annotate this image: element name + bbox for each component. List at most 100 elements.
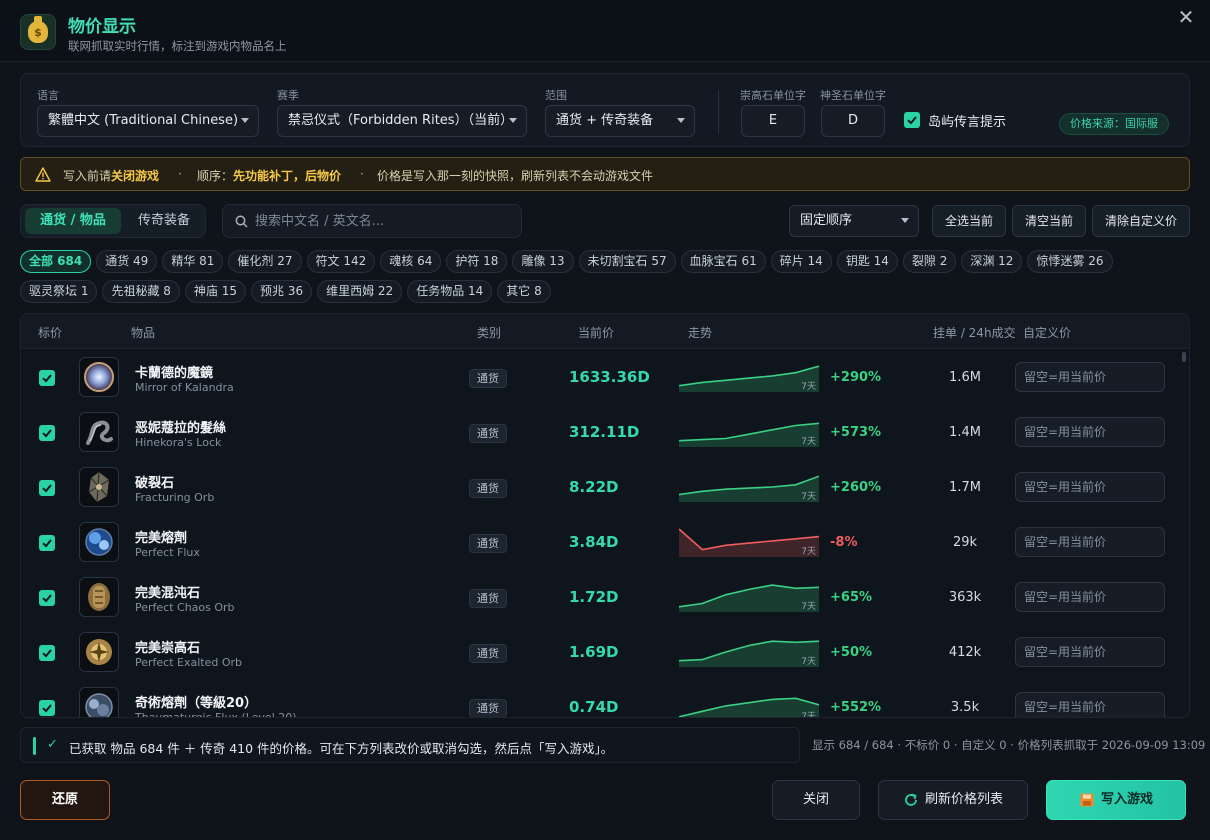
filter-chips-row-1: 全部 684 通货 49 精华 81 催化剂 27 符文 142 魂核 64 护符 18 雕像…	[20, 250, 1113, 273]
custom-price-input[interactable]	[1015, 362, 1165, 392]
chevron-down-icon	[677, 118, 685, 123]
table-scrollbar[interactable]	[1182, 350, 1186, 716]
filter-chip[interactable]: 魂核 64	[380, 250, 442, 273]
sparkline-area	[679, 698, 819, 717]
check-icon: ✓	[47, 737, 58, 752]
refresh-price-list-button[interactable]: 刷新价格列表	[878, 780, 1028, 820]
close-icon[interactable]: ✕	[1176, 7, 1196, 28]
filter-chip[interactable]: 催化剂 27	[228, 250, 302, 273]
filter-chip[interactable]: 雕像 13	[512, 250, 574, 273]
exalted-unit-label: 崇高石单位字	[740, 89, 806, 102]
table-row: 恶妮蔻拉的髮絲 Hinekora's Lock 通货 312.11D 7天 +573% 1.…	[21, 405, 1181, 460]
warning-text-3: 价格是写入那一刻的快照，刷新列表不会动游戏文件	[377, 169, 654, 183]
item-name-cn: 完美崇高石	[135, 641, 201, 656]
chaos-orb-icon	[79, 577, 119, 617]
item-name-cn: 完美熔劑	[135, 531, 188, 546]
select-all-button[interactable]: 全选当前	[932, 205, 1006, 237]
trend-sparkline: 7天	[679, 692, 819, 718]
price-change: +260%	[830, 480, 882, 495]
row-mark-checkbox[interactable]	[39, 700, 55, 716]
filter-chip[interactable]: 惊悸迷雾 26	[1027, 250, 1113, 273]
language-select[interactable]: 繁體中文 (Traditional Chinese)	[37, 105, 259, 137]
restore-button[interactable]: 还原	[20, 780, 110, 820]
current-price: 8.22D	[569, 478, 619, 496]
row-mark-checkbox[interactable]	[39, 425, 55, 441]
chevron-down-icon	[901, 218, 909, 223]
sort-select[interactable]: 固定顺序	[789, 205, 919, 237]
filter-chip[interactable]: 血脉宝石 61	[680, 250, 766, 273]
tab-currency-items[interactable]: 通货 / 物品	[25, 208, 121, 234]
exalted-unit-input[interactable]: E	[741, 105, 805, 137]
price-change: +573%	[830, 425, 882, 440]
custom-price-input[interactable]	[1015, 637, 1165, 667]
category-badge: 通货	[469, 479, 507, 498]
table-body: 卡蘭德的魔鏡 Mirror of Kalandra 通货 1633.36D 7天 +290…	[21, 350, 1189, 718]
close-button[interactable]: 关闭	[772, 780, 860, 820]
filter-chip[interactable]: 钥匙 14	[836, 250, 898, 273]
table-row: 完美混沌石 Perfect Chaos Orb 通货 1.72D 7天 +65% 363k	[21, 570, 1181, 625]
filter-chip[interactable]: 护符 18	[446, 250, 508, 273]
island-legend-checkbox[interactable]	[904, 112, 920, 128]
filter-chip[interactable]: 其它 8	[497, 280, 551, 303]
status-message: 已获取 物品 684 件 ＋ 传奇 410 件的价格。可在下方列表改价或取消勾选…	[69, 741, 614, 756]
filter-chip[interactable]: 全部 684	[20, 250, 92, 273]
clear-all-button[interactable]: 清空当前	[1012, 205, 1086, 237]
price-change: -8%	[830, 535, 858, 550]
trend-sparkline: 7天	[679, 417, 819, 447]
listing-volume: 1.6M	[949, 370, 981, 385]
filter-chip[interactable]: 深渊 12	[961, 250, 1023, 273]
window-title: 物价显示	[68, 17, 136, 37]
custom-price-input[interactable]	[1015, 417, 1165, 447]
header-item: 物品	[131, 326, 156, 340]
status-accent	[33, 737, 36, 755]
divine-unit-input[interactable]: D	[821, 105, 885, 137]
item-name-en: Hinekora's Lock	[135, 436, 222, 449]
tab-unique-gear[interactable]: 传奇装备	[125, 208, 203, 234]
scrollbar-thumb[interactable]	[1182, 352, 1186, 362]
trend-period: 7天	[801, 712, 816, 718]
filter-chip[interactable]: 裂隙 2	[902, 250, 957, 273]
filter-chip[interactable]: 精华 81	[162, 250, 224, 273]
custom-price-input[interactable]	[1015, 692, 1165, 717]
dollar-symbol: $	[28, 16, 48, 43]
filter-chip[interactable]: 未切割宝石 57	[578, 250, 676, 273]
scope-select[interactable]: 通货 + 传奇装备	[545, 105, 695, 137]
sparkline-chart	[679, 697, 819, 717]
season-select[interactable]: 禁忌仪式（Forbidden Rites）（当前）	[277, 105, 527, 137]
category-badge: 通货	[469, 589, 507, 608]
row-mark-checkbox[interactable]	[39, 535, 55, 551]
write-to-game-button[interactable]: 写入游戏	[1046, 780, 1186, 820]
custom-price-input[interactable]	[1015, 472, 1165, 502]
filter-chip[interactable]: 预兆 36	[251, 280, 313, 303]
refresh-icon	[905, 793, 917, 806]
search-icon	[235, 215, 248, 228]
custom-price-input[interactable]	[1015, 582, 1165, 612]
current-price: 312.11D	[569, 423, 640, 441]
search-input[interactable]	[255, 205, 515, 237]
clear-custom-price-button[interactable]: 清除自定义价	[1092, 205, 1190, 237]
filter-chip[interactable]: 神庙 15	[184, 280, 246, 303]
filter-chip[interactable]: 任务物品 14	[407, 280, 493, 303]
filter-chip[interactable]: 驱灵祭坛 1	[20, 280, 98, 303]
language-select-value: 繁體中文 (Traditional Chinese)	[48, 113, 239, 128]
trend-period: 7天	[801, 602, 816, 612]
sparkline-area	[679, 366, 819, 392]
checkmark-icon	[907, 116, 917, 125]
filter-chip[interactable]: 通货 49	[96, 250, 158, 273]
item-name-cn: 完美混沌石	[135, 586, 201, 601]
filter-chip[interactable]: 碎片 14	[770, 250, 832, 273]
current-price: 1.72D	[569, 588, 619, 606]
category-badge: 通货	[469, 644, 507, 663]
category-badge: 通货	[469, 534, 507, 553]
filter-chip[interactable]: 符文 142	[306, 250, 376, 273]
filter-chip[interactable]: 先祖秘藏 8	[102, 280, 180, 303]
listing-volume: 3.5k	[950, 700, 980, 715]
divine-unit-label: 神圣石单位字	[820, 89, 886, 102]
item-name-cn: 恶妮蔻拉的髮絲	[135, 421, 227, 436]
row-mark-checkbox[interactable]	[39, 370, 55, 386]
filter-chip[interactable]: 维里西姆 22	[317, 280, 403, 303]
row-mark-checkbox[interactable]	[39, 480, 55, 496]
row-mark-checkbox[interactable]	[39, 645, 55, 661]
row-mark-checkbox[interactable]	[39, 590, 55, 606]
custom-price-input[interactable]	[1015, 527, 1165, 557]
